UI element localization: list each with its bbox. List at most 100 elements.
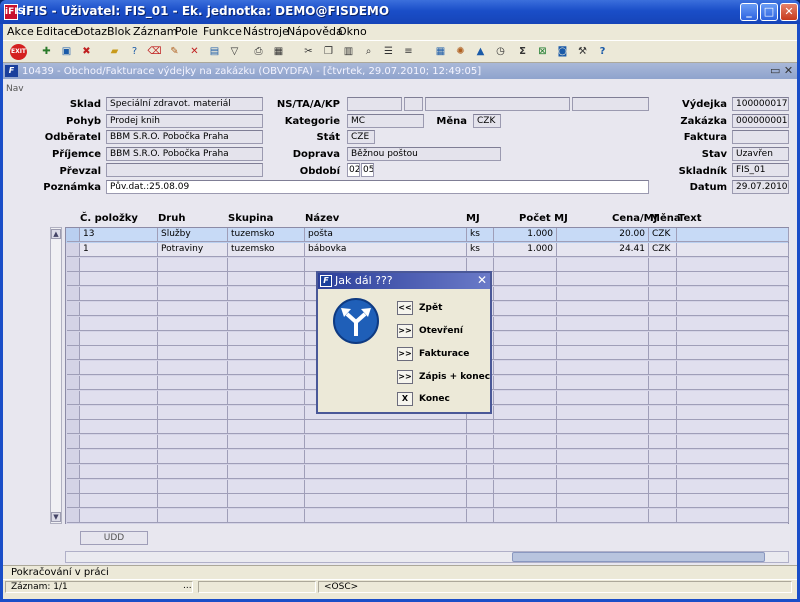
cell-polozka[interactable]: 1 [80, 242, 158, 257]
menu-funkce[interactable]: Funkce [203, 25, 242, 38]
cell-text[interactable] [677, 435, 789, 450]
cell-cena-mj[interactable] [557, 509, 649, 524]
cell-mj[interactable]: ks [467, 228, 494, 242]
cell-text[interactable] [677, 302, 789, 316]
cell-mj[interactable] [467, 509, 494, 524]
sklad-field[interactable]: Speciální zdravot. materiál [106, 97, 263, 111]
cell-skupina[interactable] [228, 316, 305, 331]
cell-mena[interactable] [649, 302, 677, 316]
cell-druh[interactable] [158, 331, 228, 346]
menu-pole[interactable]: Pole [175, 25, 198, 38]
cell-skupina[interactable] [228, 509, 305, 524]
datum-field[interactable]: 29.07.2010 [732, 180, 789, 194]
cell-druh[interactable] [158, 346, 228, 361]
cell-text[interactable] [677, 346, 789, 361]
cell-mena[interactable] [649, 435, 677, 450]
cell-text[interactable] [677, 479, 789, 494]
cell-polozka[interactable] [80, 405, 158, 420]
cell-polozka[interactable] [80, 464, 158, 479]
cell-mj[interactable] [467, 479, 494, 494]
cell-nazev[interactable]: pošta [305, 228, 467, 242]
cell-mena[interactable] [649, 479, 677, 494]
cell-pocet-mj[interactable] [494, 331, 557, 346]
filter-icon[interactable]: ✎ [166, 44, 183, 60]
cell-text[interactable] [677, 420, 789, 435]
cell-text[interactable] [677, 287, 789, 302]
stav-field[interactable]: Uzavřen [732, 147, 789, 161]
cell-polozka[interactable] [80, 509, 158, 524]
cell-nazev[interactable] [305, 257, 467, 272]
cell-druh[interactable] [158, 376, 228, 390]
cell-druh[interactable] [158, 257, 228, 272]
query-icon[interactable]: ? [126, 44, 143, 60]
cell-druh[interactable] [158, 479, 228, 494]
stat-field[interactable]: CZE [347, 130, 375, 144]
fakturace-button[interactable]: >> [397, 347, 413, 361]
dialog-close-icon[interactable]: ✕ [477, 273, 487, 287]
funnel-icon[interactable]: ▽ [226, 44, 243, 60]
cancel-icon[interactable]: ✕ [186, 44, 203, 60]
cell-nazev[interactable] [305, 494, 467, 509]
prijemce-field[interactable]: BBM S.R.O. Pobočka Praha [106, 147, 263, 161]
cell-skupina[interactable] [228, 405, 305, 420]
cell-polozka[interactable] [80, 346, 158, 361]
cell-polozka[interactable] [80, 390, 158, 405]
cell-mena[interactable] [649, 420, 677, 435]
table-row[interactable] [66, 435, 789, 451]
cell-skupina[interactable] [228, 479, 305, 494]
cell-polozka[interactable] [80, 479, 158, 494]
table-row[interactable] [66, 479, 789, 495]
cell-pocet-mj[interactable] [494, 361, 557, 376]
cell-mena[interactable]: CZK [649, 242, 677, 257]
cell-druh[interactable] [158, 464, 228, 479]
cell-cena-mj[interactable] [557, 464, 649, 479]
minimize-button[interactable]: _ [740, 3, 758, 21]
exit-icon[interactable]: EXIT [10, 44, 27, 60]
cell-skupina[interactable] [228, 272, 305, 287]
cell-druh[interactable]: Potraviny [158, 242, 228, 257]
cell-mena[interactable] [649, 316, 677, 331]
cell-skupina[interactable] [228, 435, 305, 450]
ns-field-2[interactable] [404, 97, 423, 111]
cell-polozka[interactable] [80, 257, 158, 272]
sum-icon[interactable]: Σ [514, 44, 531, 60]
cell-pocet-mj[interactable] [494, 464, 557, 479]
cell-druh[interactable] [158, 361, 228, 376]
list-icon[interactable]: ☰ [380, 44, 397, 60]
cell-text[interactable] [677, 494, 789, 509]
cell-polozka[interactable] [80, 361, 158, 376]
zakazka-field[interactable]: 0000000014 [732, 114, 789, 128]
cell-text[interactable] [677, 316, 789, 331]
cell-mena[interactable] [649, 331, 677, 346]
cell-polozka[interactable] [80, 376, 158, 390]
cell-pocet-mj[interactable] [494, 450, 557, 464]
table-row[interactable] [66, 464, 789, 480]
menu-akce[interactable]: Akce [7, 25, 34, 38]
cell-pocet-mj[interactable] [494, 390, 557, 405]
cell-cena-mj[interactable] [557, 361, 649, 376]
help-icon[interactable]: ? [594, 44, 611, 60]
cell-mena[interactable] [649, 390, 677, 405]
cell-pocet-mj[interactable] [494, 346, 557, 361]
cell-skupina[interactable] [228, 420, 305, 435]
faktura-field[interactable] [732, 130, 789, 144]
cell-polozka[interactable] [80, 331, 158, 346]
cell-cena-mj[interactable] [557, 420, 649, 435]
udd-button[interactable]: UDD [80, 531, 148, 545]
cell-mj[interactable] [467, 464, 494, 479]
cell-nazev[interactable] [305, 509, 467, 524]
obdobi-field-2[interactable]: 05 [361, 163, 374, 177]
cell-pocet-mj[interactable] [494, 316, 557, 331]
cell-cena-mj[interactable] [557, 287, 649, 302]
save-icon[interactable]: ▣ [58, 44, 75, 60]
cell-druh[interactable] [158, 435, 228, 450]
paste-icon[interactable]: ▥ [340, 44, 357, 60]
cell-text[interactable] [677, 390, 789, 405]
cell-mj[interactable] [467, 420, 494, 435]
kategorie-field[interactable]: MC [347, 114, 424, 128]
cell-nazev[interactable] [305, 435, 467, 450]
doprava-field[interactable]: Běžnou poštou [347, 147, 501, 161]
cell-skupina[interactable] [228, 331, 305, 346]
ns-field-3[interactable] [425, 97, 570, 111]
cell-skupina[interactable] [228, 302, 305, 316]
